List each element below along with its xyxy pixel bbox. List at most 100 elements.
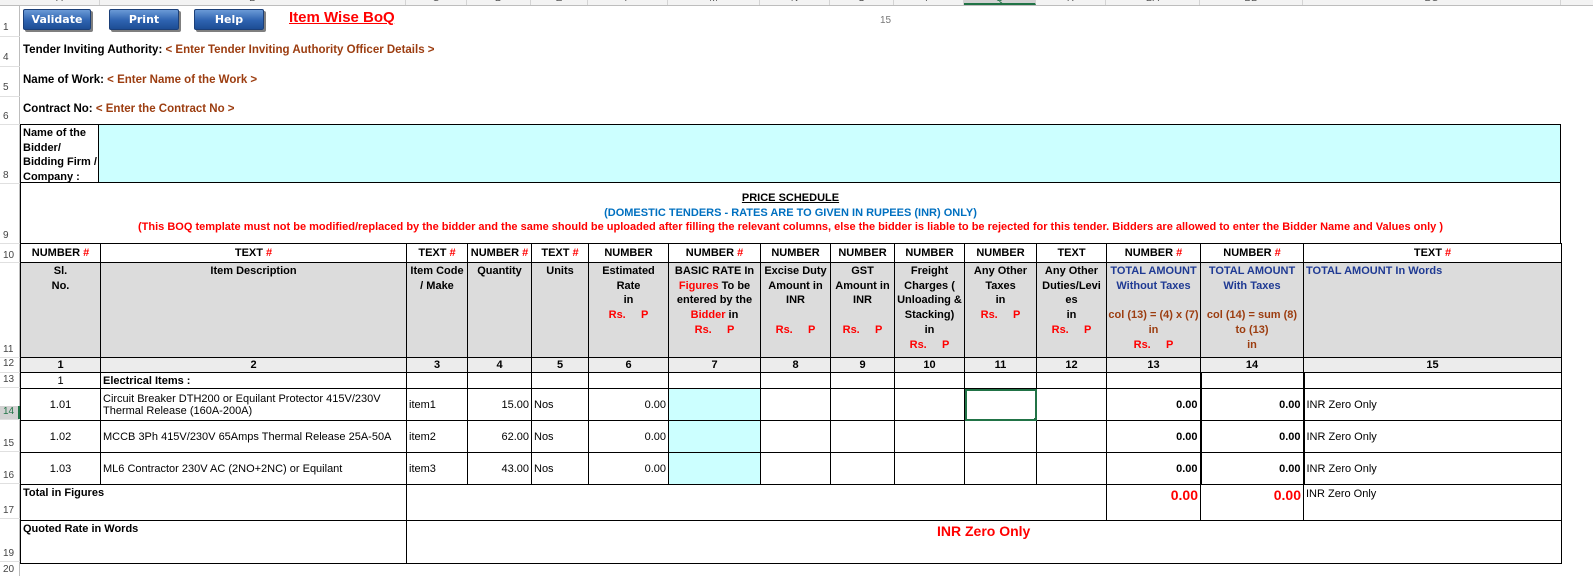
total-with-cell[interactable]: 0.00 — [1199, 388, 1304, 421]
description-cell[interactable]: ML6 Contractor 230V AC (2NO+2NC) or Equi… — [100, 452, 407, 485]
column-header-a[interactable]: A — [20, 0, 100, 5]
cell[interactable] — [588, 372, 669, 389]
row-number[interactable]: 8 — [0, 170, 20, 181]
sl-no-cell[interactable]: 1.02 — [20, 420, 101, 453]
row-number-selected[interactable]: 14 — [0, 406, 20, 419]
row-number[interactable]: 17 — [0, 505, 20, 516]
row-number[interactable]: 11 — [0, 344, 20, 355]
cell[interactable] — [1302, 372, 1562, 389]
excise-duty-cell[interactable] — [760, 420, 831, 453]
cell[interactable] — [467, 372, 532, 389]
other-taxes-cell[interactable] — [964, 420, 1037, 453]
excise-duty-cell[interactable] — [760, 388, 831, 421]
column-header-q[interactable]: Q — [964, 0, 1036, 5]
row-number[interactable]: 9 — [0, 230, 20, 241]
row-number[interactable]: 5 — [0, 82, 20, 93]
tender-authority-field[interactable]: < Enter Tender Inviting Authority Office… — [165, 44, 434, 56]
total-words-cell[interactable]: INR Zero Only — [1302, 452, 1562, 485]
row-number[interactable]: 12 — [0, 358, 20, 369]
item-code-cell[interactable]: item2 — [406, 420, 468, 453]
total-blank-cell[interactable] — [406, 484, 1107, 521]
total-without-cell[interactable]: 0.00 — [1106, 420, 1201, 453]
basic-rate-input[interactable] — [668, 452, 761, 485]
estimated-rate-cell[interactable]: 0.00 — [588, 388, 669, 421]
cell[interactable] — [830, 372, 895, 389]
row-number[interactable]: 1 — [0, 22, 20, 33]
freight-cell[interactable] — [894, 452, 965, 485]
print-button[interactable]: Print — [109, 9, 179, 30]
other-duties-cell[interactable] — [1036, 388, 1107, 421]
column-header-c[interactable]: C — [406, 0, 467, 5]
cell[interactable] — [1199, 372, 1304, 389]
cell[interactable] — [1106, 372, 1201, 389]
validate-button[interactable]: Validate — [23, 9, 91, 30]
cell[interactable] — [760, 372, 831, 389]
freight-cell[interactable] — [894, 420, 965, 453]
bidder-name-input[interactable] — [99, 124, 1561, 183]
item-code-cell[interactable]: item3 — [406, 452, 468, 485]
column-header-d[interactable]: D — [467, 0, 531, 5]
total-words-cell[interactable]: INR Zero Only — [1302, 420, 1562, 453]
basic-rate-input[interactable] — [668, 388, 761, 421]
units-cell[interactable]: Nos — [531, 420, 589, 453]
other-duties-cell[interactable] — [1036, 452, 1107, 485]
column-header-b[interactable]: B — [100, 0, 406, 5]
quoted-rate-value-cell[interactable]: INR Zero Only — [406, 520, 1562, 564]
contract-no-field[interactable]: < Enter the Contract No > — [96, 103, 235, 115]
row-number[interactable]: 19 — [0, 548, 20, 559]
row-number[interactable]: 16 — [0, 470, 20, 481]
description-cell[interactable]: Circuit Breaker DTH200 or Equilant Prote… — [100, 388, 407, 421]
cell[interactable] — [894, 372, 965, 389]
row-number[interactable]: 4 — [0, 52, 20, 63]
basic-rate-input[interactable] — [668, 420, 761, 453]
gst-cell[interactable] — [830, 452, 895, 485]
gst-cell[interactable] — [830, 388, 895, 421]
other-taxes-cell-selected[interactable] — [964, 388, 1037, 421]
row-number[interactable]: 13 — [0, 374, 20, 385]
cell[interactable] — [668, 372, 761, 389]
estimated-rate-cell[interactable]: 0.00 — [588, 420, 669, 453]
column-header-f[interactable]: F — [588, 0, 668, 5]
total-with-cell[interactable]: 0.00 — [1199, 420, 1304, 453]
cell[interactable] — [1036, 372, 1107, 389]
quantity-cell[interactable]: 15.00 — [467, 388, 532, 421]
column-header-p[interactable]: P — [894, 0, 964, 5]
category-sl-no[interactable]: 1 — [20, 372, 101, 389]
column-header-o[interactable]: O — [830, 0, 894, 5]
excise-duty-cell[interactable] — [760, 452, 831, 485]
column-header-e[interactable]: E — [531, 0, 588, 5]
sl-no-cell[interactable]: 1.03 — [20, 452, 101, 485]
row-number[interactable]: 10 — [0, 250, 20, 261]
other-duties-cell[interactable] — [1036, 420, 1107, 453]
total-with-cell[interactable]: 0.00 — [1199, 452, 1304, 485]
sl-no-cell[interactable]: 1.01 — [20, 388, 101, 421]
column-header-ba[interactable]: BA — [1106, 0, 1200, 5]
item-code-cell[interactable]: item1 — [406, 388, 468, 421]
units-cell[interactable]: Nos — [531, 388, 589, 421]
column-header-r[interactable]: R — [1036, 0, 1106, 5]
column-header-bb[interactable]: BB — [1200, 0, 1303, 5]
column-header-n[interactable]: N — [760, 0, 830, 5]
description-cell[interactable]: MCCB 3Ph 415V/230V 65Amps Thermal Releas… — [100, 420, 407, 453]
row-number[interactable]: 6 — [0, 111, 20, 122]
freight-cell[interactable] — [894, 388, 965, 421]
help-button[interactable]: Help — [194, 9, 264, 30]
gst-cell[interactable] — [830, 420, 895, 453]
quantity-cell[interactable]: 43.00 — [467, 452, 532, 485]
other-taxes-cell[interactable] — [964, 452, 1037, 485]
grand-total-with-taxes[interactable]: 0.00 — [1200, 484, 1304, 521]
grand-total-words[interactable]: INR Zero Only — [1303, 484, 1562, 521]
cell[interactable] — [964, 372, 1037, 389]
name-of-work-field[interactable]: < Enter Name of the Work > — [107, 74, 257, 86]
cell[interactable] — [406, 372, 468, 389]
column-header-bc[interactable]: BC — [1303, 0, 1561, 5]
column-header-m[interactable]: M — [668, 0, 760, 5]
quantity-cell[interactable]: 62.00 — [467, 420, 532, 453]
units-cell[interactable]: Nos — [531, 452, 589, 485]
row-number[interactable]: 20 — [0, 564, 20, 575]
total-words-cell[interactable]: INR Zero Only — [1302, 388, 1562, 421]
estimated-rate-cell[interactable]: 0.00 — [588, 452, 669, 485]
total-without-cell[interactable]: 0.00 — [1106, 388, 1201, 421]
total-without-cell[interactable]: 0.00 — [1106, 452, 1201, 485]
category-description[interactable]: Electrical Items : — [100, 372, 407, 389]
